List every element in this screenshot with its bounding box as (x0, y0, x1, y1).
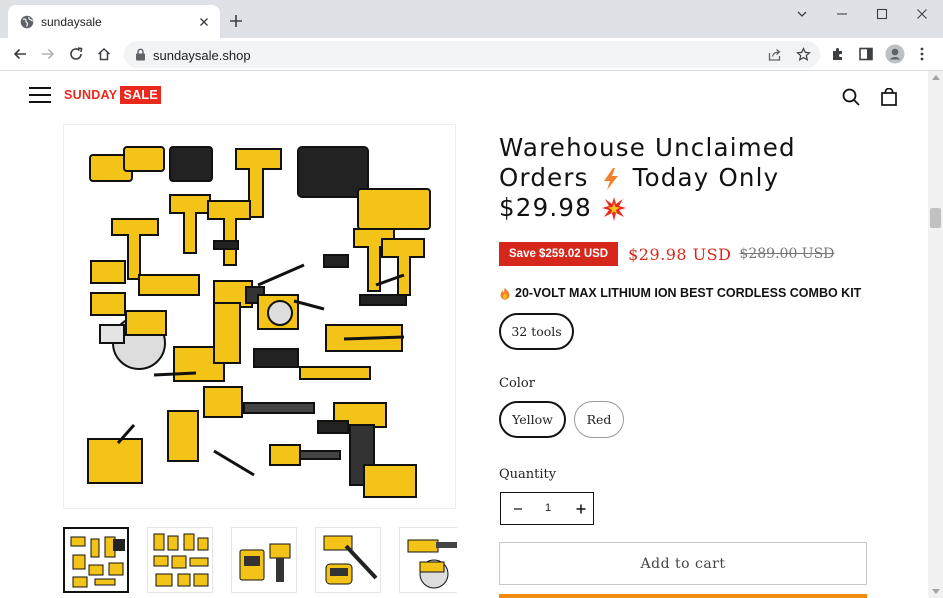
scroll-down-arrow-icon[interactable] (932, 589, 940, 594)
browser-tab-strip: sundaysale (0, 0, 943, 38)
close-tab-icon[interactable] (196, 14, 212, 30)
buy-now-button[interactable] (499, 594, 867, 598)
product-title-word-orders: Orders (499, 163, 589, 192)
url-text: sundaysale.shop (153, 48, 251, 63)
kebab-menu-icon[interactable] (914, 46, 930, 62)
forward-arrow-icon[interactable] (40, 46, 56, 62)
side-panel-icon[interactable] (858, 46, 874, 62)
price-row: Save $259.02 USD $29.98 USD $289.00 USD (499, 242, 834, 266)
shopping-bag-icon[interactable] (880, 88, 898, 106)
collision-burst-icon (601, 197, 626, 221)
thumbnail-strip (63, 527, 457, 593)
quantity-stepper: 1 (500, 492, 594, 525)
kit-description-text: 20-VOLT MAX LITHIUM ION BEST CORDLESS CO… (515, 286, 862, 300)
quantity-label: Quantity (499, 467, 557, 482)
logo-word-sale: SALE (120, 86, 161, 104)
profile-avatar-icon[interactable] (885, 44, 905, 64)
quantity-input[interactable]: 1 (537, 502, 559, 514)
add-to-cart-button[interactable]: Add to cart (499, 542, 867, 585)
product-main-image[interactable] (63, 124, 456, 509)
tab-search-chevron-icon[interactable] (795, 7, 809, 21)
menu-hamburger-icon[interactable] (29, 87, 51, 104)
bookmark-star-icon[interactable] (796, 47, 811, 62)
site-logo[interactable]: SUNDAY SALE (64, 85, 161, 105)
thumbnail-5[interactable] (399, 527, 457, 593)
compare-at-price: $289.00 USD (739, 246, 835, 262)
sale-price: $29.98 USD (628, 244, 732, 264)
scroll-thumb[interactable] (930, 208, 941, 228)
variant-option-32-tools[interactable]: 32 tools (499, 313, 574, 350)
address-bar[interactable]: sundaysale.shop (124, 41, 820, 68)
home-icon[interactable] (96, 46, 112, 62)
extensions-puzzle-icon[interactable] (830, 46, 846, 62)
page-scrollbar[interactable] (928, 71, 943, 598)
fire-icon (500, 287, 510, 300)
thumbnail-image (323, 535, 378, 585)
close-window-icon[interactable] (915, 7, 929, 21)
minimize-icon[interactable] (835, 7, 849, 21)
thumbnail-image (70, 536, 125, 588)
tool-collage-image (87, 146, 431, 498)
kit-description: 20-VOLT MAX LITHIUM ION BEST CORDLESS CO… (499, 286, 861, 300)
scroll-up-arrow-icon[interactable] (932, 75, 940, 80)
product-title-price: $29.98 (499, 193, 592, 222)
color-option-red[interactable]: Red (574, 401, 624, 438)
back-arrow-icon[interactable] (12, 46, 28, 62)
minus-icon[interactable] (510, 501, 526, 517)
thumbnail-image (407, 539, 457, 589)
lightning-bolt-icon (603, 168, 618, 190)
reload-icon[interactable] (68, 46, 84, 62)
thumbnail-3[interactable] (231, 527, 297, 593)
thumbnail-4[interactable] (315, 527, 381, 593)
product-title: Warehouse Unclaimed Orders Today Only $2… (499, 133, 859, 223)
product-title-line-3: $29.98 (499, 193, 859, 223)
thumbnail-1[interactable] (63, 527, 129, 593)
logo-word-sunday: SUNDAY (64, 88, 118, 102)
maximize-icon[interactable] (875, 7, 889, 21)
thumbnail-2[interactable] (147, 527, 213, 593)
color-label: Color (499, 376, 535, 391)
browser-toolbar: sundaysale.shop (0, 38, 943, 71)
tab-title: sundaysale (41, 15, 102, 29)
product-title-today-only: Today Only (632, 163, 780, 192)
thumbnail-image (153, 533, 209, 587)
product-title-line-1: Warehouse Unclaimed (499, 133, 796, 162)
browser-tab[interactable]: sundaysale (8, 5, 220, 38)
store-page: SUNDAY SALE Warehouse Unclaimed Orders T… (0, 71, 928, 598)
color-option-yellow[interactable]: Yellow (499, 401, 566, 438)
search-icon[interactable] (842, 88, 860, 106)
new-tab-icon[interactable] (228, 13, 244, 29)
save-badge: Save $259.02 USD (499, 242, 619, 266)
globe-icon (20, 15, 34, 29)
product-title-line-2: Orders Today Only (499, 163, 859, 193)
thumbnail-image (239, 543, 291, 582)
plus-icon[interactable] (573, 501, 589, 517)
lock-icon[interactable] (135, 48, 146, 61)
share-icon[interactable] (767, 47, 782, 62)
